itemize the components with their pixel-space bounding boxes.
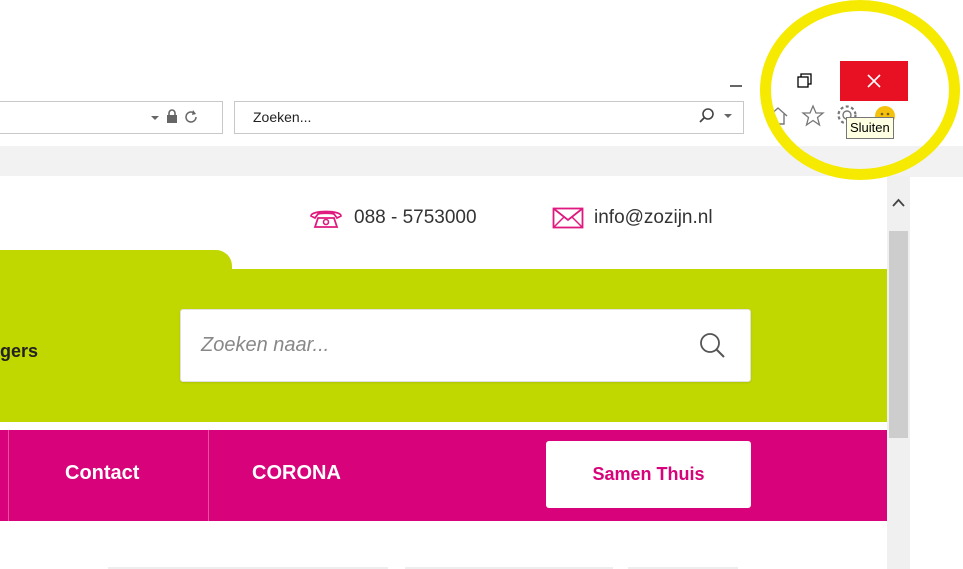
home-icon[interactable]: [765, 103, 791, 134]
contact-email-link[interactable]: info@zozijn.nl: [552, 207, 713, 229]
lock-icon[interactable]: [166, 108, 178, 126]
close-icon: [867, 74, 881, 88]
address-bar-controls: [150, 107, 198, 127]
browser-search-placeholder: Zoeken...: [253, 109, 312, 125]
scrollbar-thumb[interactable]: [889, 231, 908, 438]
refresh-icon[interactable]: [184, 109, 198, 126]
mail-icon: [552, 207, 584, 229]
green-header-tab: [0, 250, 232, 270]
favorites-star-icon[interactable]: [800, 103, 826, 134]
restore-button[interactable]: [790, 64, 824, 98]
nav-divider: [8, 430, 9, 521]
phone-number: 088 - 5753000: [354, 207, 477, 228]
email-address: info@zozijn.nl: [594, 207, 713, 228]
search-icon[interactable]: [697, 330, 727, 365]
dropdown-arrow-icon[interactable]: [150, 110, 160, 125]
main-navigation-bar: Contact CORONA Samen Thuis: [0, 430, 887, 521]
samen-thuis-button[interactable]: Samen Thuis: [546, 441, 751, 508]
minimize-button[interactable]: [722, 68, 754, 92]
nav-divider: [208, 430, 209, 521]
nav-item-contact[interactable]: Contact: [65, 462, 139, 485]
scroll-up-arrow-icon[interactable]: [887, 193, 910, 215]
site-search-input[interactable]: Zoeken naar...: [180, 309, 751, 382]
contact-phone-link[interactable]: 088 - 5753000: [308, 207, 477, 229]
close-tooltip: Sluiten: [846, 117, 894, 139]
search-dropdown-icon[interactable]: [694, 106, 734, 131]
nav-link-partial[interactable]: gers: [0, 341, 38, 362]
close-button[interactable]: [840, 61, 908, 101]
web-page: 088 - 5753000 info@zozijn.nl gers Zoeken…: [0, 176, 887, 569]
site-search-placeholder: Zoeken naar...: [201, 334, 330, 356]
tab-strip: [0, 146, 963, 177]
nav-item-corona[interactable]: CORONA: [252, 462, 341, 485]
phone-icon: [310, 210, 342, 228]
